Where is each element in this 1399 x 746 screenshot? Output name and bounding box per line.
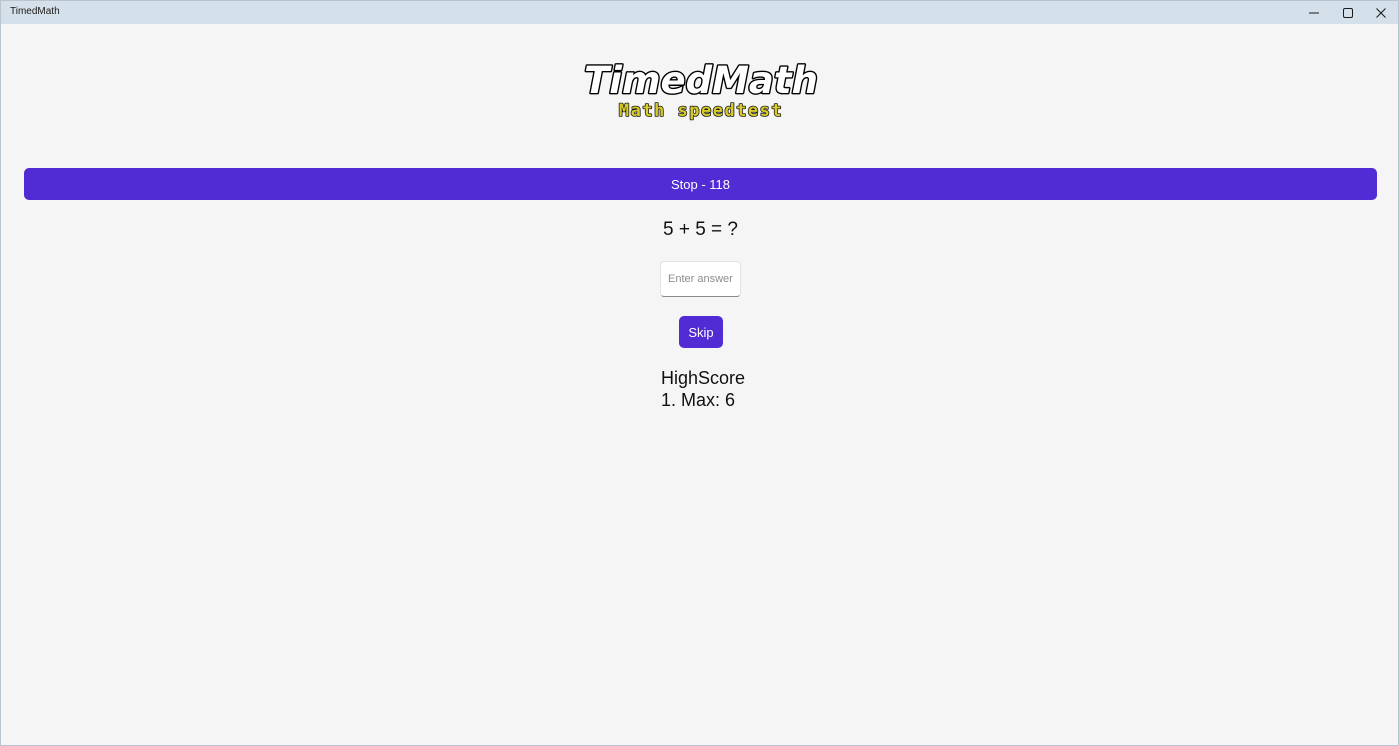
minimize-button[interactable] xyxy=(1297,1,1331,24)
answer-input[interactable] xyxy=(661,262,740,296)
highscore-heading: HighScore xyxy=(661,368,746,388)
close-icon xyxy=(1376,7,1386,18)
logo-title: TimedMath xyxy=(584,59,818,102)
minimize-icon xyxy=(1309,12,1319,13)
app-window: TimedMath TimedMath Math speedtest Stop … xyxy=(0,0,1399,746)
logo-subtitle: Math speedtest xyxy=(619,101,783,121)
highscore-panel: HighScore 1. Max: 6 xyxy=(661,367,745,411)
window-title: TimedMath xyxy=(10,6,60,17)
math-question: 5 + 5 = ? xyxy=(662,219,738,240)
highscore-entry: 1. Max: 6 xyxy=(661,390,736,410)
title-bar[interactable]: TimedMath xyxy=(1,1,1398,24)
skip-button[interactable]: Skip xyxy=(679,316,723,348)
close-button[interactable] xyxy=(1364,1,1398,24)
app-logo: TimedMath Math speedtest xyxy=(501,55,901,125)
answer-field[interactable] xyxy=(660,261,741,297)
stop-timer-button[interactable]: Stop - 118 xyxy=(24,168,1377,200)
maximize-icon xyxy=(1343,7,1353,18)
maximize-button[interactable] xyxy=(1331,1,1365,24)
